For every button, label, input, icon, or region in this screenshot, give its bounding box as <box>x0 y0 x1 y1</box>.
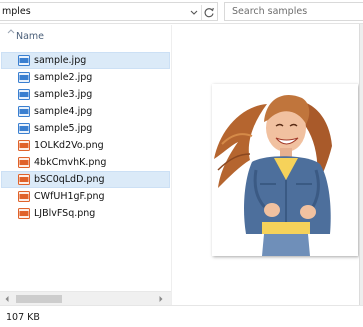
image-preview <box>212 84 358 256</box>
vertical-scrollbar[interactable] <box>359 24 363 305</box>
list-item[interactable]: CWfUH1gF.png <box>1 188 170 205</box>
scrollbar-thumb[interactable] <box>16 295 62 303</box>
list-item[interactable]: sample5.jpg <box>1 120 170 137</box>
address-toolbar: mples Search samples <box>0 0 363 24</box>
file-size-status: 107 KB <box>6 312 40 323</box>
scroll-right-icon[interactable] <box>157 295 165 303</box>
file-name: sample2.jpg <box>34 72 93 83</box>
address-bar[interactable]: mples <box>0 2 218 21</box>
png-file-icon <box>18 174 30 185</box>
search-box[interactable]: Search samples <box>224 2 363 21</box>
list-item[interactable]: 1OLKd2Vo.png <box>1 137 170 154</box>
horizontal-scrollbar[interactable] <box>0 291 171 305</box>
jpg-file-icon <box>18 123 30 134</box>
preview-illustration <box>212 84 358 256</box>
file-name: sample5.jpg <box>34 123 93 134</box>
png-file-icon <box>18 140 30 151</box>
file-name: LJBlvFSq.png <box>34 208 96 219</box>
scroll-left-icon[interactable] <box>3 295 11 303</box>
list-item[interactable]: sample.jpg <box>1 52 170 69</box>
file-name: sample4.jpg <box>34 106 93 117</box>
list-item[interactable]: sample3.jpg <box>1 86 170 103</box>
file-list: sample.jpg sample2.jpg sample3.jpg sampl… <box>0 52 171 222</box>
refresh-icon[interactable] <box>201 5 217 20</box>
address-path-text: mples <box>2 6 31 17</box>
preview-pane <box>172 25 363 287</box>
list-item-selected[interactable]: bSC0qLdD.png <box>1 171 170 188</box>
file-name: CWfUH1gF.png <box>34 191 105 202</box>
list-item[interactable]: 4bkCmvhK.png <box>1 154 170 171</box>
file-name: bSC0qLdD.png <box>34 174 105 185</box>
file-name: 4bkCmvhK.png <box>34 157 107 168</box>
jpg-file-icon <box>18 106 30 117</box>
png-file-icon <box>18 157 30 168</box>
jpg-file-icon <box>18 72 30 83</box>
jpg-file-icon <box>18 89 30 100</box>
list-item[interactable]: sample2.jpg <box>1 69 170 86</box>
png-file-icon <box>18 208 30 219</box>
search-input[interactable]: Search samples <box>232 6 307 17</box>
status-bar: 107 KB <box>0 305 363 327</box>
list-item[interactable]: LJBlvFSq.png <box>1 205 170 222</box>
png-file-icon <box>18 191 30 202</box>
file-list-pane: Name sample.jpg sample2.jpg sample3.jpg <box>0 25 171 287</box>
chevron-down-icon[interactable] <box>188 5 200 20</box>
chevron-up-icon[interactable] <box>6 27 16 35</box>
list-item[interactable]: sample4.jpg <box>1 103 170 120</box>
file-name: sample3.jpg <box>34 89 93 100</box>
file-name: 1OLKd2Vo.png <box>34 140 104 151</box>
file-name: sample.jpg <box>34 55 87 66</box>
jpg-file-icon <box>18 55 30 66</box>
column-header-name[interactable]: Name <box>16 31 44 42</box>
